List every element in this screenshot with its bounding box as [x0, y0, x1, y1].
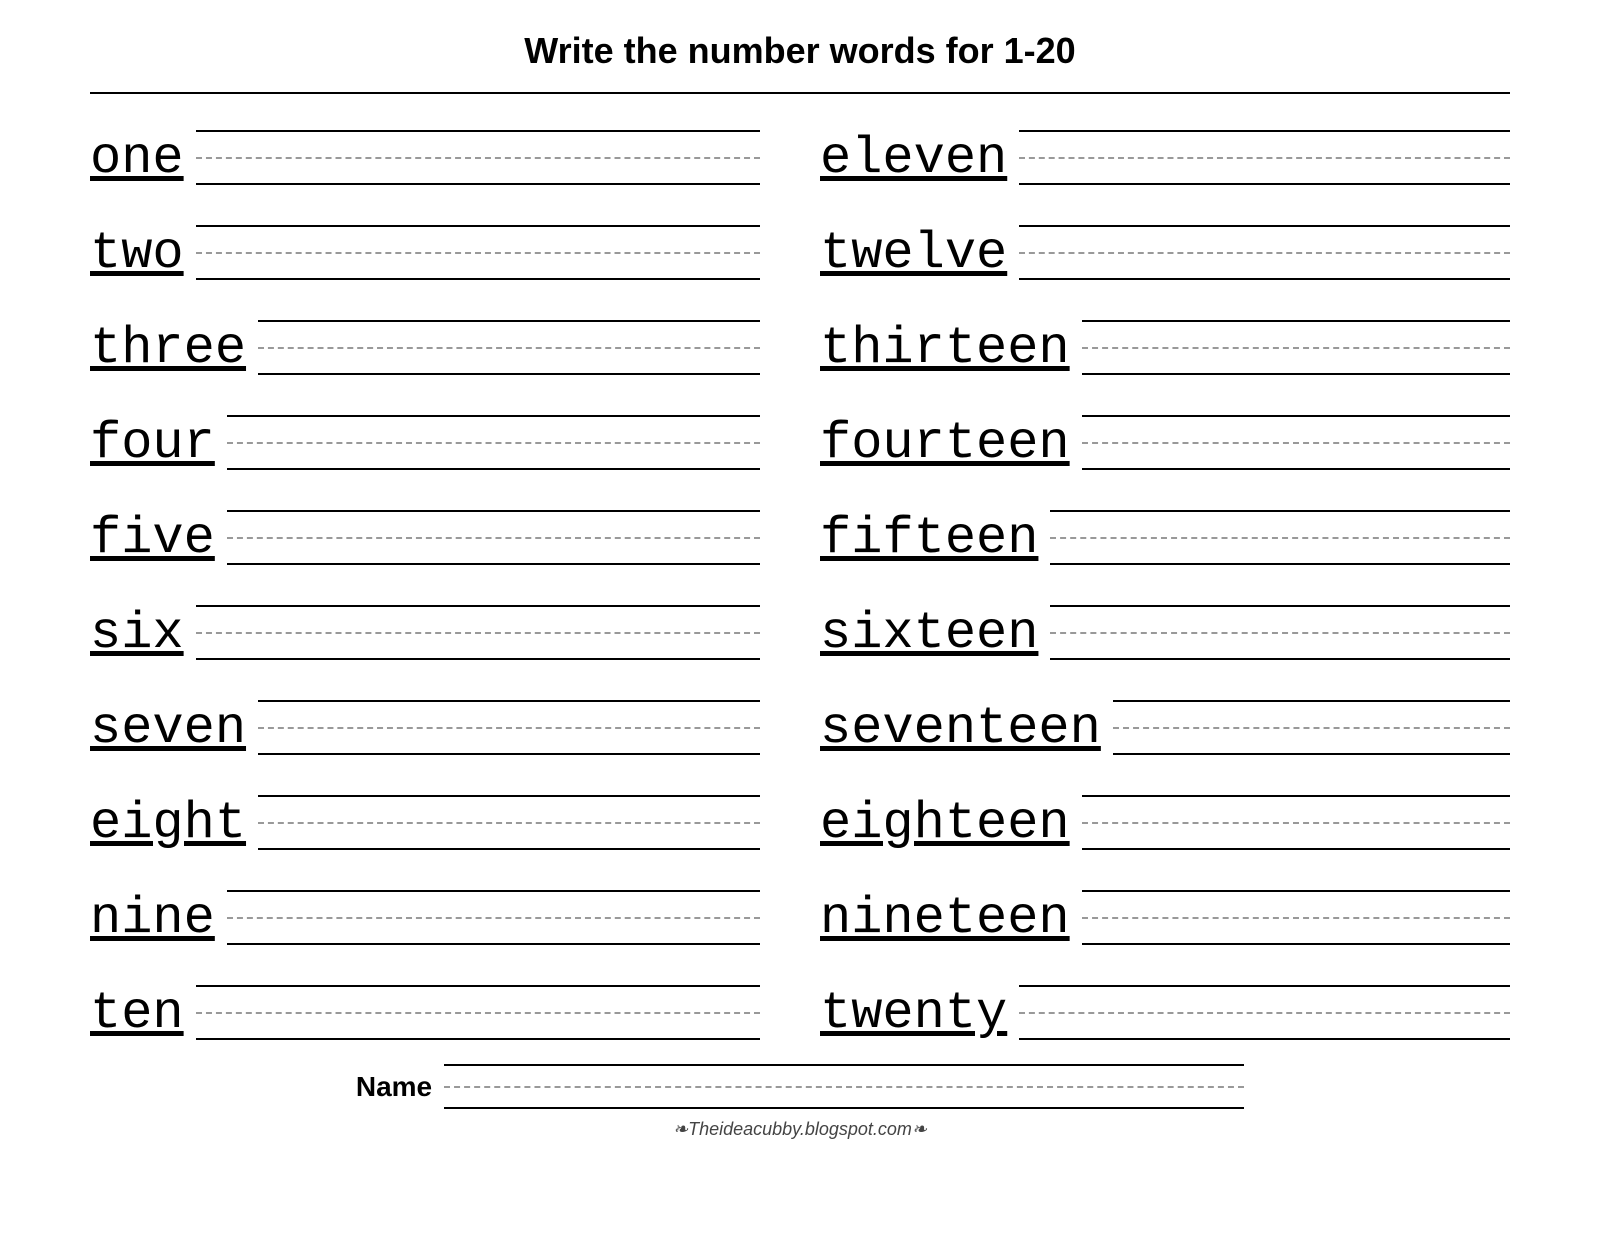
writing-area-three[interactable]	[258, 320, 760, 379]
writing-area-five[interactable]	[227, 510, 760, 569]
writing-area-seven[interactable]	[258, 700, 760, 759]
writing-area-twelve[interactable]	[1019, 225, 1510, 284]
name-row: Name	[90, 1044, 1510, 1119]
list-item: sixteen	[800, 569, 1510, 664]
word-label-four: four	[90, 418, 215, 474]
list-item: two	[90, 189, 800, 284]
list-item: five	[90, 474, 800, 569]
word-label-seven: seven	[90, 703, 246, 759]
writing-area-six[interactable]	[196, 605, 760, 664]
right-column: eleven twelve	[800, 94, 1510, 1044]
word-grid: one two	[90, 94, 1510, 1044]
writing-area-fourteen[interactable]	[1082, 415, 1510, 474]
writing-area-fifteen[interactable]	[1050, 510, 1510, 569]
word-label-one: one	[90, 133, 184, 189]
page-title: Write the number words for 1-20	[90, 30, 1510, 72]
word-label-two: two	[90, 228, 184, 284]
name-writing-area[interactable]	[444, 1064, 1244, 1109]
list-item: ten	[90, 949, 800, 1044]
writing-area-one[interactable]	[196, 130, 760, 189]
list-item: twenty	[800, 949, 1510, 1044]
word-label-ten: ten	[90, 988, 184, 1044]
word-label-five: five	[90, 513, 215, 569]
writing-area-thirteen[interactable]	[1082, 320, 1510, 379]
word-label-nineteen: nineteen	[820, 893, 1070, 949]
writing-area-nine[interactable]	[227, 890, 760, 949]
word-label-eighteen: eighteen	[820, 798, 1070, 854]
writing-area-eight[interactable]	[258, 795, 760, 854]
footer-text: ❧Theideacubby.blogspot.com❧	[90, 1119, 1510, 1150]
word-label-thirteen: thirteen	[820, 323, 1070, 379]
list-item: eighteen	[800, 759, 1510, 854]
word-label-fourteen: fourteen	[820, 418, 1070, 474]
word-label-twenty: twenty	[820, 988, 1007, 1044]
word-label-nine: nine	[90, 893, 215, 949]
writing-area-sixteen[interactable]	[1050, 605, 1510, 664]
writing-area-eleven[interactable]	[1019, 130, 1510, 189]
writing-area-two[interactable]	[196, 225, 760, 284]
worksheet-page: Write the number words for 1-20 one two	[50, 0, 1550, 1170]
list-item: thirteen	[800, 284, 1510, 379]
writing-area-twenty[interactable]	[1019, 985, 1510, 1044]
word-label-seventeen: seventeen	[820, 703, 1101, 759]
writing-area-ten[interactable]	[196, 985, 760, 1044]
word-label-eleven: eleven	[820, 133, 1007, 189]
list-item: four	[90, 379, 800, 474]
list-item: seven	[90, 664, 800, 759]
list-item: twelve	[800, 189, 1510, 284]
word-label-twelve: twelve	[820, 228, 1007, 284]
writing-area-nineteen[interactable]	[1082, 890, 1510, 949]
writing-area-seventeen[interactable]	[1113, 700, 1510, 759]
list-item: one	[90, 94, 800, 189]
list-item: fourteen	[800, 379, 1510, 474]
writing-area-four[interactable]	[227, 415, 760, 474]
list-item: eight	[90, 759, 800, 854]
list-item: fifteen	[800, 474, 1510, 569]
list-item: nineteen	[800, 854, 1510, 949]
word-label-three: three	[90, 323, 246, 379]
word-label-sixteen: sixteen	[820, 608, 1038, 664]
list-item: eleven	[800, 94, 1510, 189]
name-label: Name	[356, 1071, 432, 1103]
list-item: six	[90, 569, 800, 664]
list-item: nine	[90, 854, 800, 949]
left-column: one two	[90, 94, 800, 1044]
word-label-fifteen: fifteen	[820, 513, 1038, 569]
writing-area-eighteen[interactable]	[1082, 795, 1510, 854]
word-label-eight: eight	[90, 798, 246, 854]
word-label-six: six	[90, 608, 184, 664]
list-item: seventeen	[800, 664, 1510, 759]
list-item: three	[90, 284, 800, 379]
